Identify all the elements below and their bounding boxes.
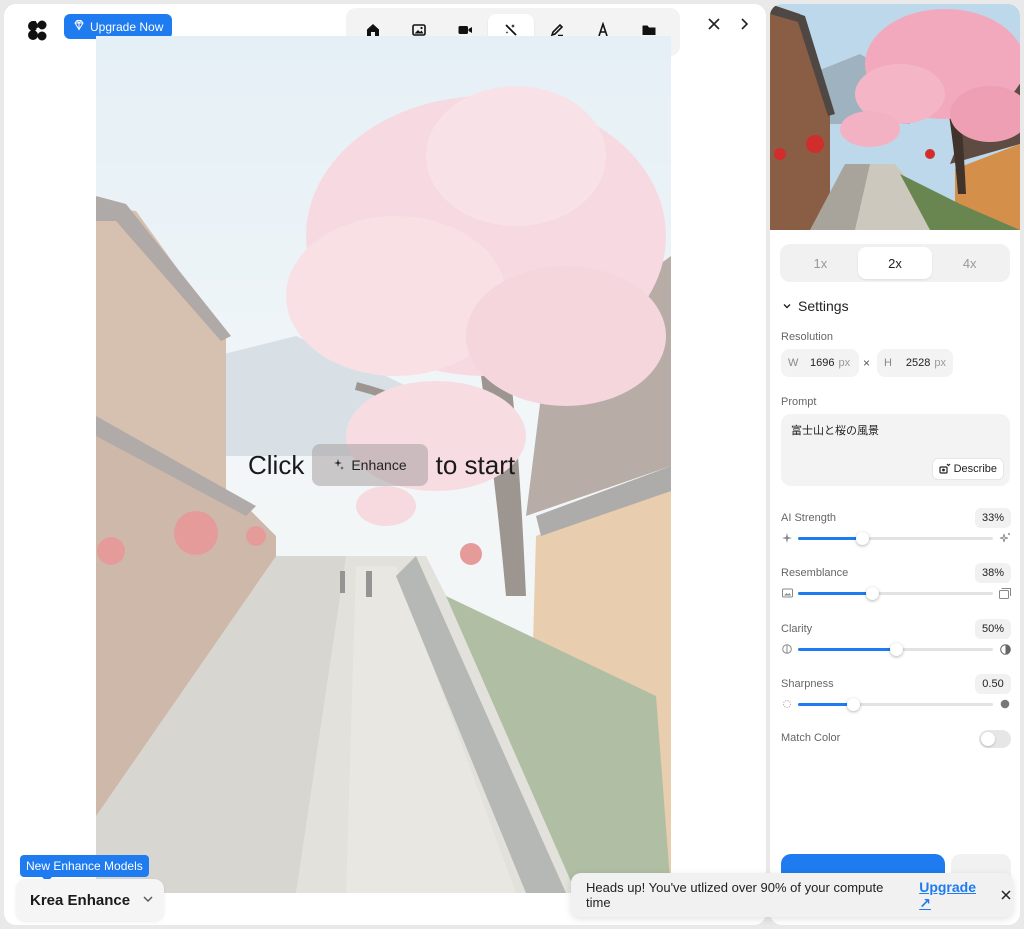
enhance-chip-button[interactable]: Enhance: [312, 444, 428, 486]
new-models-badge: New Enhance Models: [20, 855, 149, 882]
sparkle-icon: [333, 457, 345, 473]
model-selector[interactable]: Krea Enhance: [16, 879, 164, 921]
to-start-text: to start: [435, 449, 516, 480]
match-color-toggle[interactable]: [979, 730, 1011, 748]
scale-selector: 1x 2x 4x: [780, 244, 1010, 282]
slider-handle[interactable]: [866, 587, 880, 600]
slider-fill: [798, 537, 863, 540]
canvas-panel: Upgrade Now Click Enhance to start New E…: [4, 4, 766, 925]
match-color-label: Match Color: [781, 732, 841, 744]
slider-track[interactable]: [798, 587, 993, 600]
upgrade-now-label: Upgrade Now: [90, 19, 164, 34]
slider-track[interactable]: [798, 532, 993, 545]
settings-title: Settings: [798, 298, 849, 314]
height-field[interactable]: H 2528 px: [877, 349, 953, 377]
match-color-row: Match Color: [781, 730, 1011, 750]
slider-track[interactable]: [798, 698, 993, 711]
slider-handle[interactable]: [846, 698, 860, 711]
diamond-icon: [73, 19, 85, 34]
scale-option-1x[interactable]: 1x: [783, 247, 858, 279]
contrast-outline-icon: [781, 643, 793, 655]
chevron-right-icon[interactable]: [734, 14, 754, 34]
model-selector-label: Krea Enhance: [30, 891, 131, 909]
sparkles-icon: [999, 532, 1011, 544]
krea-logo-icon[interactable]: [26, 18, 50, 42]
height-unit: px: [934, 357, 946, 369]
describe-button[interactable]: Describe: [931, 458, 1004, 480]
slider-fill: [798, 592, 873, 595]
settings-toggle[interactable]: Settings: [782, 298, 849, 314]
slider-handle[interactable]: [889, 643, 903, 656]
settings-panel: 1x 2x 4x Settings Resolution W 1696 px ×…: [770, 4, 1020, 925]
width-unit: px: [838, 357, 851, 369]
width-value: 1696: [810, 357, 835, 369]
compute-warning-toast: Heads up! You've utlized over 90% of you…: [571, 873, 1013, 917]
slider-value[interactable]: 33%: [975, 508, 1011, 528]
scale-option-4x[interactable]: 4x: [932, 247, 1007, 279]
toast-upgrade-link[interactable]: Upgrade ↗: [919, 879, 991, 912]
solid-circle-icon: [999, 698, 1011, 710]
image-small-icon: [781, 587, 793, 599]
slider-label: AI Strength: [781, 512, 837, 524]
chevron-down-icon: [782, 298, 792, 314]
slider-value[interactable]: 50%: [975, 619, 1011, 639]
resolution-label: Resolution: [781, 331, 833, 343]
height-value: 2528: [905, 357, 931, 369]
chevron-down-icon: [142, 892, 154, 909]
slider-label: Sharpness: [781, 678, 834, 690]
scale-option-2x[interactable]: 2x: [857, 247, 933, 279]
slider-value[interactable]: 38%: [975, 563, 1011, 583]
sparkle-small-icon: [781, 532, 793, 544]
dotted-circle-icon: [781, 698, 793, 710]
close-icon[interactable]: [704, 14, 724, 34]
click-text: Click: [248, 449, 305, 480]
describe-label: Describe: [953, 463, 997, 475]
slider-fill: [798, 703, 853, 706]
result-thumbnail[interactable]: [770, 4, 1020, 230]
slider-label: Clarity: [781, 623, 813, 635]
contrast-icon: [999, 643, 1011, 655]
prompt-label: Prompt: [781, 396, 817, 408]
width-field[interactable]: W 1696 px: [781, 349, 859, 377]
prompt-input[interactable]: 富士山と桜の風景 Describe: [781, 414, 1010, 486]
images-icon: [999, 587, 1011, 599]
slider-fill: [798, 648, 896, 651]
toast-message: Heads up! You've utlized over 90% of you…: [586, 880, 884, 910]
enhance-chip-label: Enhance: [351, 457, 407, 473]
prompt-text: 富士山と桜の風景: [791, 425, 879, 437]
describe-icon: [938, 462, 951, 477]
slider-track[interactable]: [798, 643, 993, 656]
start-hint: Click Enhance to start: [248, 443, 515, 487]
times-icon: ×: [863, 356, 871, 370]
width-key: W: [788, 357, 799, 369]
slider-label: Resemblance: [781, 567, 849, 579]
slider-handle[interactable]: [856, 532, 870, 545]
slider-value[interactable]: 0.50: [975, 674, 1011, 694]
height-key: H: [884, 357, 892, 369]
close-icon[interactable]: [999, 888, 1013, 902]
